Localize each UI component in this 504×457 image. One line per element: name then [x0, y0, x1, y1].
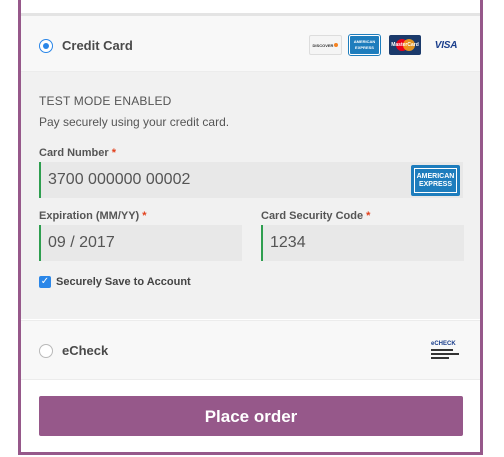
test-mode-notice: TEST MODE ENABLED	[39, 94, 172, 108]
expiration-input[interactable]: 09 / 2017	[39, 225, 242, 261]
security-code-input[interactable]: 1234	[261, 225, 464, 261]
place-order-button[interactable]: Place order	[39, 396, 463, 436]
echeck-radio[interactable]	[39, 344, 53, 358]
save-to-account-label: Securely Save to Account	[56, 276, 191, 288]
credit-card-radio[interactable]	[39, 39, 53, 53]
discover-logo-icon: DISCOVER	[309, 35, 342, 55]
card-number-label: Card Number *	[39, 147, 117, 159]
payment-description: Pay securely using your credit card.	[39, 115, 230, 129]
checkout-payment-panel: Credit Card DISCOVER AMERICAN EXPRESS Ma…	[18, 0, 483, 455]
payment-method-credit-card[interactable]: Credit Card DISCOVER AMERICAN EXPRESS Ma…	[21, 16, 480, 72]
save-to-account-checkbox[interactable]: ✓	[39, 276, 51, 288]
payment-method-echeck[interactable]: eCheck eCHECK	[21, 320, 480, 380]
mastercard-logo-icon: MasterCard	[389, 35, 421, 55]
card-number-input[interactable]: 3700 000000 00002	[39, 162, 463, 198]
echeck-label: eCheck	[62, 343, 109, 358]
amex-card-type-icon: AMERICAN EXPRESS	[411, 165, 460, 196]
expiration-label: Expiration (MM/YY) *	[39, 210, 147, 222]
visa-logo-icon: VISA	[434, 39, 458, 51]
credit-card-label: Credit Card	[62, 38, 133, 53]
amex-logo-icon: AMERICAN EXPRESS	[348, 34, 381, 56]
security-code-label: Card Security Code *	[261, 210, 371, 222]
echeck-logo-icon: eCHECK	[431, 341, 461, 359]
